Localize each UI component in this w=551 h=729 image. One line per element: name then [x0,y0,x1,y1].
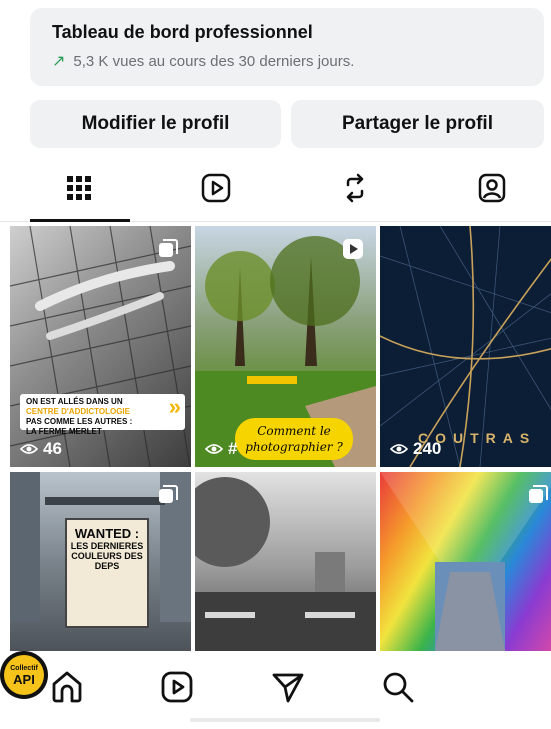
home-icon [52,671,82,703]
banner-line: PAS COMME LES AUTRES : [26,417,133,426]
edit-profile-button[interactable]: Modifier le profil [30,100,281,148]
home-indicator[interactable] [190,718,380,722]
trend-up-arrow-icon: ↗ [52,53,66,70]
banner-line: LA FERME MERLET [26,427,102,436]
grid-icon [67,176,91,200]
banner-line: ON EST ALLÉS DANS UN [26,397,123,406]
nav-direct-messages[interactable] [268,667,308,707]
tab-tagged[interactable] [472,168,512,208]
bubble-line: photographier ? [245,440,343,454]
view-count-text: 240 [413,439,442,458]
tunnel-scene [380,472,551,651]
nav-reels[interactable] [157,667,197,707]
eye-icon [390,444,408,454]
dashboard-stats: ↗ 5,3 K vues au cours des 30 derniers jo… [52,51,522,71]
tab-reels[interactable] [196,168,236,208]
avatar-text-main: API [13,671,35,687]
nav-profile-avatar[interactable]: Collectif API [0,651,48,699]
post-tile[interactable]: COUTRAS 240 [380,226,551,467]
avatar: Collectif API [4,655,44,695]
carousel-icon [159,485,178,503]
poster-line: COULEURS DES DEPS [71,551,143,571]
wanted-poster: WANTED : LES DERNIERES COULEURS DES DEPS [65,518,149,628]
professional-dashboard-card[interactable]: Tableau de bord professionnel ↗ 5,3 K vu… [30,8,544,86]
view-count: 46 [20,439,62,459]
tab-grid[interactable] [59,168,99,208]
share-profile-button[interactable]: Partager le profil [291,100,544,148]
chevrons-right-icon: » [168,394,181,419]
tagged-person-icon [478,173,506,203]
view-count-text: # [228,439,238,458]
eye-icon [205,444,223,454]
carousel-icon [159,239,178,257]
post-caption-bubble: Comment le photographier ? [235,418,353,460]
reels-icon [161,671,193,703]
carousel-icon [529,485,548,503]
view-count: 240 [390,439,441,459]
profile-tabs [0,160,551,222]
bubble-line: Comment le [257,424,331,438]
reel-badge-icon [343,239,363,259]
post-tile[interactable]: Comment le photographier ? # [195,226,376,467]
poster-line: LES DERNIERES [70,541,144,551]
reels-icon [201,173,231,203]
post-tile[interactable]: WANTED : LES DERNIERES COULEURS DES DEPS [10,472,191,651]
eye-icon [20,444,38,454]
bw-park-scene [195,477,376,651]
dashboard-title: Tableau de bord professionnel [52,22,313,42]
nav-home[interactable] [47,667,87,707]
poster-title: WANTED : [74,526,140,541]
banner-line: CENTRE D'ADDICTOLOGIE [26,407,130,416]
dashboard-stats-text: 5,3 K vues au cours des 30 derniers jour… [73,52,355,70]
post-tile[interactable] [195,472,376,651]
direct-message-icon [272,673,304,703]
repost-icon [346,173,364,203]
post-tile[interactable]: ON EST ALLÉS DANS UN CENTRE D'ADDICTOLOG… [10,226,191,467]
posts-grid: ON EST ALLÉS DANS UN CENTRE D'ADDICTOLOG… [10,226,551,651]
search-icon [383,672,414,703]
bench-shape [247,376,297,384]
post-banner: ON EST ALLÉS DANS UN CENTRE D'ADDICTOLOG… [20,394,185,436]
active-tab-indicator [30,219,130,222]
view-count-text: 46 [43,439,62,458]
nav-search[interactable] [378,667,418,707]
tab-reposts[interactable] [335,168,375,208]
post-tile[interactable] [380,472,551,651]
view-count: # [205,439,237,459]
